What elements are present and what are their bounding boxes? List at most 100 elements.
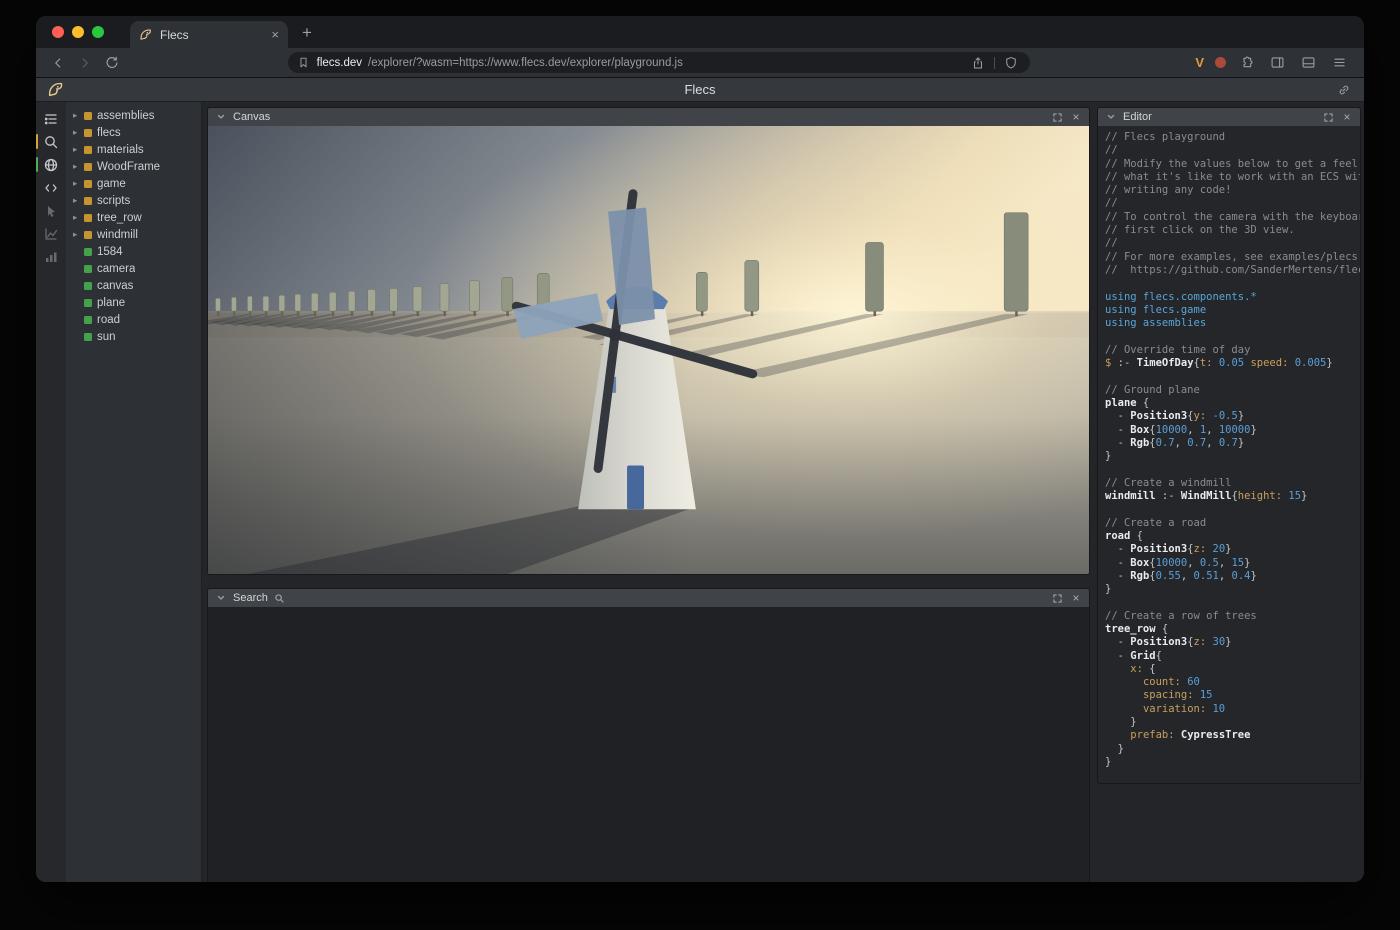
code-line[interactable]: - Rgb{0.55, 0.51, 0.4} — [1105, 570, 1360, 583]
tree-item-sun[interactable]: sun — [66, 328, 201, 345]
expand-chevron-icon[interactable]: ▸ — [73, 127, 83, 138]
code-line[interactable]: // writing any code! — [1105, 184, 1360, 197]
search-icon[interactable] — [43, 133, 60, 150]
share-link-icon[interactable] — [1334, 80, 1354, 100]
code-line[interactable]: - Position3{z: 20} — [1105, 543, 1360, 556]
code-line[interactable]: // first click on the 3D view. — [1105, 224, 1360, 237]
stats-icon[interactable] — [43, 248, 60, 265]
extensions-puzzle-icon[interactable] — [1237, 53, 1257, 73]
tree-item-flecs[interactable]: ▸flecs — [66, 124, 201, 141]
code-line[interactable]: } — [1105, 716, 1360, 729]
code-line[interactable]: using assemblies — [1105, 317, 1360, 330]
expand-chevron-icon[interactable]: ▸ — [73, 110, 83, 121]
code-line[interactable]: // Flecs playground — [1105, 131, 1360, 144]
close-panel-icon[interactable]: × — [1340, 110, 1354, 124]
code-icon[interactable] — [43, 179, 60, 196]
chevron-down-icon[interactable] — [1104, 110, 1118, 124]
code-line[interactable] — [1105, 503, 1360, 516]
tree-item-scripts[interactable]: ▸scripts — [66, 192, 201, 209]
scene-globe-icon[interactable] — [43, 156, 60, 173]
inspector-cursor-icon[interactable] — [43, 202, 60, 219]
code-line[interactable]: } — [1105, 756, 1360, 769]
code-line[interactable] — [1105, 596, 1360, 609]
search-panel-header[interactable]: Search × — [208, 589, 1089, 607]
code-line[interactable]: // Create a road — [1105, 517, 1360, 530]
canvas-panel-header[interactable]: Canvas × — [208, 108, 1089, 126]
expand-chevron-icon[interactable]: ▸ — [73, 178, 83, 189]
code-line[interactable]: // https://github.com/SanderMertens/flec… — [1105, 264, 1360, 277]
code-line[interactable]: using flecs.components.* — [1105, 291, 1360, 304]
expand-panel-icon[interactable] — [1321, 110, 1335, 124]
extension-badge-icon[interactable] — [1215, 57, 1226, 68]
code-line[interactable]: - Grid{ — [1105, 650, 1360, 663]
code-line[interactable]: // To control the camera with the keyboa… — [1105, 211, 1360, 224]
code-line[interactable]: } — [1105, 583, 1360, 596]
code-line[interactable]: - Box{10000, 1, 10000} — [1105, 424, 1360, 437]
code-line[interactable]: // Create a windmill — [1105, 477, 1360, 490]
minimize-window-button[interactable] — [72, 26, 84, 38]
code-line[interactable]: using flecs.game — [1105, 304, 1360, 317]
flecs-logo-icon[interactable] — [46, 80, 66, 100]
tree-item-tree_row[interactable]: ▸tree_row — [66, 209, 201, 226]
canvas-3d-view[interactable] — [208, 126, 1089, 574]
expand-chevron-icon[interactable]: ▸ — [73, 229, 83, 240]
reload-icon[interactable] — [102, 53, 122, 73]
tree-item-windmill[interactable]: ▸windmill — [66, 226, 201, 243]
code-line[interactable]: // Create a row of trees — [1105, 610, 1360, 623]
expand-chevron-icon[interactable]: ▸ — [73, 144, 83, 155]
editor-panel-header[interactable]: Editor × — [1098, 108, 1360, 126]
code-line[interactable]: - Position3{y: -0.5} — [1105, 410, 1360, 423]
expand-chevron-icon[interactable]: ▸ — [73, 195, 83, 206]
expand-chevron-icon[interactable]: ▸ — [73, 161, 83, 172]
code-line[interactable]: - Box{10000, 0.5, 15} — [1105, 557, 1360, 570]
code-line[interactable]: } — [1105, 743, 1360, 756]
close-panel-icon[interactable]: × — [1069, 591, 1083, 605]
chart-icon[interactable] — [43, 225, 60, 242]
code-line[interactable]: // Override time of day — [1105, 344, 1360, 357]
downloads-tray-icon[interactable] — [1299, 53, 1319, 73]
code-line[interactable]: plane { — [1105, 397, 1360, 410]
tree-item-road[interactable]: road — [66, 311, 201, 328]
code-line[interactable]: // — [1105, 144, 1360, 157]
code-line[interactable] — [1105, 463, 1360, 476]
tree-item-canvas[interactable]: canvas — [66, 277, 201, 294]
expand-chevron-icon[interactable]: ▸ — [73, 212, 83, 223]
zoom-window-button[interactable] — [92, 26, 104, 38]
tree-item-WoodFrame[interactable]: ▸WoodFrame — [66, 158, 201, 175]
tree-item-plane[interactable]: plane — [66, 294, 201, 311]
extension-v-icon[interactable]: V — [1195, 55, 1204, 70]
back-icon[interactable] — [48, 53, 68, 73]
code-line[interactable]: // Ground plane — [1105, 384, 1360, 397]
code-line[interactable]: windmill :- WindMill{height: 15} — [1105, 490, 1360, 503]
bookmark-icon[interactable] — [297, 53, 311, 73]
code-line[interactable]: count: 60 — [1105, 676, 1360, 689]
share-icon[interactable] — [968, 53, 988, 73]
code-line[interactable]: - Position3{z: 30} — [1105, 636, 1360, 649]
code-line[interactable]: $ :- TimeOfDay{t: 0.05 speed: 0.005} — [1105, 357, 1360, 370]
code-line[interactable]: spacing: 15 — [1105, 689, 1360, 702]
code-line[interactable]: x: { — [1105, 663, 1360, 676]
code-line[interactable]: tree_row { — [1105, 623, 1360, 636]
menu-icon[interactable] — [1330, 53, 1350, 73]
close-window-button[interactable] — [52, 26, 64, 38]
tab-close-icon[interactable]: × — [271, 28, 279, 41]
tree-item-materials[interactable]: ▸materials — [66, 141, 201, 158]
code-line[interactable]: - Rgb{0.7, 0.7, 0.7} — [1105, 437, 1360, 450]
code-line[interactable]: // For more examples, see examples/plecs… — [1105, 251, 1360, 264]
shield-icon[interactable] — [1001, 53, 1021, 73]
code-line[interactable]: road { — [1105, 530, 1360, 543]
3d-scene[interactable] — [208, 126, 1089, 574]
expand-panel-icon[interactable] — [1050, 591, 1064, 605]
outliner-icon[interactable] — [43, 110, 60, 127]
code-line[interactable]: // — [1105, 197, 1360, 210]
browser-tab[interactable]: Flecs × — [130, 21, 288, 48]
code-editor[interactable]: // Flecs playground//// Modify the value… — [1098, 126, 1360, 783]
tree-item-camera[interactable]: camera — [66, 260, 201, 277]
tree-item-game[interactable]: ▸game — [66, 175, 201, 192]
code-line[interactable] — [1105, 370, 1360, 383]
code-line[interactable]: } — [1105, 450, 1360, 463]
tree-item-assemblies[interactable]: ▸assemblies — [66, 107, 201, 124]
code-line[interactable]: variation: 10 — [1105, 703, 1360, 716]
close-panel-icon[interactable]: × — [1069, 110, 1083, 124]
code-line[interactable] — [1105, 330, 1360, 343]
